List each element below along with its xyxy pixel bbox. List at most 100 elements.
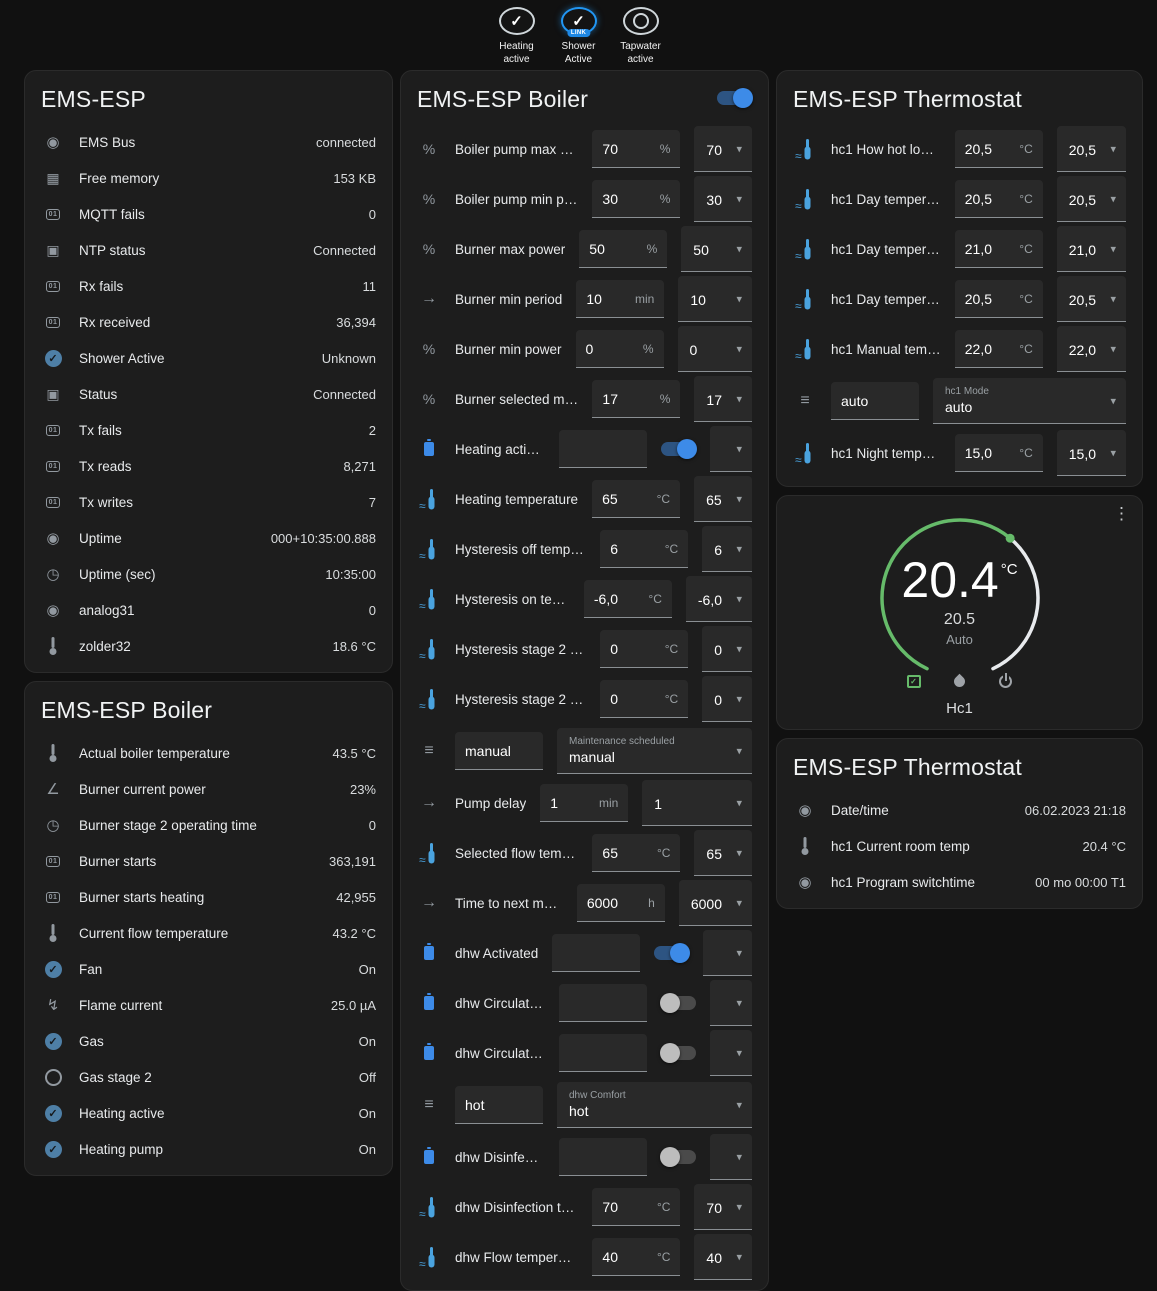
select-input[interactable]: 50 ▾ — [681, 226, 752, 272]
entity-row[interactable]: Heating pump On — [25, 1131, 392, 1167]
select-input[interactable]: Maintenance scheduled manual ▾ — [557, 728, 752, 774]
entity-row[interactable]: zolder32 18.6 °C — [25, 628, 392, 664]
number-input[interactable]: manual — [455, 732, 543, 770]
power-off-button[interactable] — [997, 672, 1015, 690]
select-input[interactable]: ▾ — [710, 1030, 752, 1076]
entity-row[interactable]: hc1 Program switchtime 00 mo 00:00 T1 — [777, 864, 1142, 900]
select-input[interactable]: 20,5 ▾ — [1057, 126, 1126, 172]
entity-row[interactable]: Tx fails 2 — [25, 412, 392, 448]
select-input[interactable]: 65 ▾ — [694, 476, 752, 522]
state-badge[interactable]: Heating active — [489, 7, 545, 66]
schedule-mode-button[interactable] — [905, 672, 923, 690]
entity-row[interactable]: Burner starts 363,191 — [25, 843, 392, 879]
select-input[interactable]: 0 ▾ — [702, 676, 752, 722]
number-input[interactable] — [559, 1138, 647, 1176]
entity-row[interactable]: Uptime (sec) 10:35:00 — [25, 556, 392, 592]
select-input[interactable]: ▾ — [703, 930, 752, 976]
number-input[interactable]: 21,0 °C — [955, 230, 1043, 268]
number-input[interactable]: 65 °C — [592, 480, 680, 518]
entity-row[interactable]: Status Connected — [25, 376, 392, 412]
select-input[interactable]: 30 ▾ — [694, 176, 752, 222]
number-input[interactable]: 20,5 °C — [955, 130, 1043, 168]
entity-row[interactable]: Current flow temperature 43.2 °C — [25, 915, 392, 951]
toggle-switch[interactable] — [661, 442, 696, 456]
number-input[interactable]: 70 % — [592, 130, 680, 168]
number-input[interactable] — [559, 1034, 647, 1072]
select-input[interactable]: 20,5 ▾ — [1057, 276, 1126, 322]
number-input[interactable]: hot — [455, 1086, 543, 1124]
number-input[interactable]: 20,5 °C — [955, 280, 1043, 318]
number-input[interactable]: 40 °C — [592, 1238, 680, 1276]
entity-row[interactable]: Free memory 153 KB — [25, 160, 392, 196]
number-input[interactable]: 65 °C — [592, 834, 680, 872]
select-input[interactable]: 10 ▾ — [678, 276, 752, 322]
entity-row[interactable]: Burner starts heating 42,955 — [25, 879, 392, 915]
select-input[interactable]: 21,0 ▾ — [1057, 226, 1126, 272]
entity-row[interactable]: Tx reads 8,271 — [25, 448, 392, 484]
select-input[interactable]: 15,0 ▾ — [1057, 430, 1126, 476]
card-master-toggle[interactable] — [717, 91, 752, 105]
number-input[interactable]: 10 min — [576, 280, 664, 318]
heat-mode-button[interactable] — [951, 672, 969, 690]
select-input[interactable]: ▾ — [710, 426, 752, 472]
entity-row[interactable]: Rx fails 11 — [25, 268, 392, 304]
select-input[interactable]: 70 ▾ — [694, 1184, 752, 1230]
entity-row[interactable]: Tx writes 7 — [25, 484, 392, 520]
thermostat-dial[interactable]: 20.4°C 20.5 Auto — [870, 508, 1050, 688]
number-input[interactable]: 70 °C — [592, 1188, 680, 1226]
select-input[interactable]: ▾ — [710, 1134, 752, 1180]
number-input[interactable] — [559, 430, 647, 468]
select-input[interactable]: -6,0 ▾ — [686, 576, 752, 622]
entity-row[interactable]: Fan On — [25, 951, 392, 987]
toggle-switch[interactable] — [654, 946, 689, 960]
select-input[interactable]: ▾ — [710, 980, 752, 1026]
number-input[interactable]: 1 min — [540, 784, 628, 822]
number-input[interactable] — [552, 934, 640, 972]
number-input[interactable]: 30 % — [592, 180, 680, 218]
select-input[interactable]: 40 ▾ — [694, 1234, 752, 1280]
number-input[interactable]: 20,5 °C — [955, 180, 1043, 218]
select-input[interactable]: 6000 ▾ — [679, 880, 752, 926]
entity-row[interactable]: Rx received 36,394 — [25, 304, 392, 340]
select-input[interactable]: 0 ▾ — [702, 626, 752, 672]
entity-row[interactable]: EMS Bus connected — [25, 124, 392, 160]
entity-row[interactable]: Gas On — [25, 1023, 392, 1059]
entity-row[interactable]: Shower Active Unknown — [25, 340, 392, 376]
number-input[interactable]: 17 % — [592, 380, 680, 418]
number-input[interactable]: 0 °C — [600, 680, 688, 718]
number-input[interactable]: 0 % — [576, 330, 664, 368]
entity-row[interactable]: Flame current 25.0 µA — [25, 987, 392, 1023]
select-input[interactable]: 17 ▾ — [694, 376, 752, 422]
more-menu-icon[interactable]: ⋮ — [1113, 504, 1130, 524]
entity-row[interactable]: NTP status Connected — [25, 232, 392, 268]
select-input[interactable]: 6 ▾ — [702, 526, 752, 572]
entity-row[interactable]: MQTT fails 0 — [25, 196, 392, 232]
entity-row[interactable]: Actual boiler temperature 43.5 °C — [25, 735, 392, 771]
number-input[interactable]: -6,0 °C — [584, 580, 672, 618]
number-input[interactable]: 22,0 °C — [955, 330, 1043, 368]
toggle-switch[interactable] — [661, 1150, 696, 1164]
number-input[interactable]: 50 % — [579, 230, 667, 268]
select-input[interactable]: hc1 Mode auto ▾ — [933, 378, 1126, 424]
number-input[interactable] — [559, 984, 647, 1022]
state-badge[interactable]: LINK Shower Active — [551, 7, 607, 66]
number-input[interactable]: 15,0 °C — [955, 434, 1043, 472]
entity-row[interactable]: analog31 0 — [25, 592, 392, 628]
number-input[interactable]: 6000 h — [577, 884, 665, 922]
entity-row[interactable]: Date/time 06.02.2023 21:18 — [777, 792, 1142, 828]
select-input[interactable]: 1 ▾ — [642, 780, 752, 826]
toggle-switch[interactable] — [661, 1046, 696, 1060]
number-input[interactable]: 6 °C — [600, 530, 688, 568]
entity-row[interactable]: Heating active On — [25, 1095, 392, 1131]
select-input[interactable]: 20,5 ▾ — [1057, 176, 1126, 222]
select-input[interactable]: dhw Comfort hot ▾ — [557, 1082, 752, 1128]
select-input[interactable]: 22,0 ▾ — [1057, 326, 1126, 372]
state-badge[interactable]: Tapwater active — [613, 7, 669, 66]
entity-row[interactable]: Burner current power 23% — [25, 771, 392, 807]
select-input[interactable]: 65 ▾ — [694, 830, 752, 876]
number-input[interactable]: auto — [831, 382, 919, 420]
select-input[interactable]: 0 ▾ — [678, 326, 752, 372]
entity-row[interactable]: Gas stage 2 Off — [25, 1059, 392, 1095]
number-input[interactable]: 0 °C — [600, 630, 688, 668]
select-input[interactable]: 70 ▾ — [694, 126, 752, 172]
